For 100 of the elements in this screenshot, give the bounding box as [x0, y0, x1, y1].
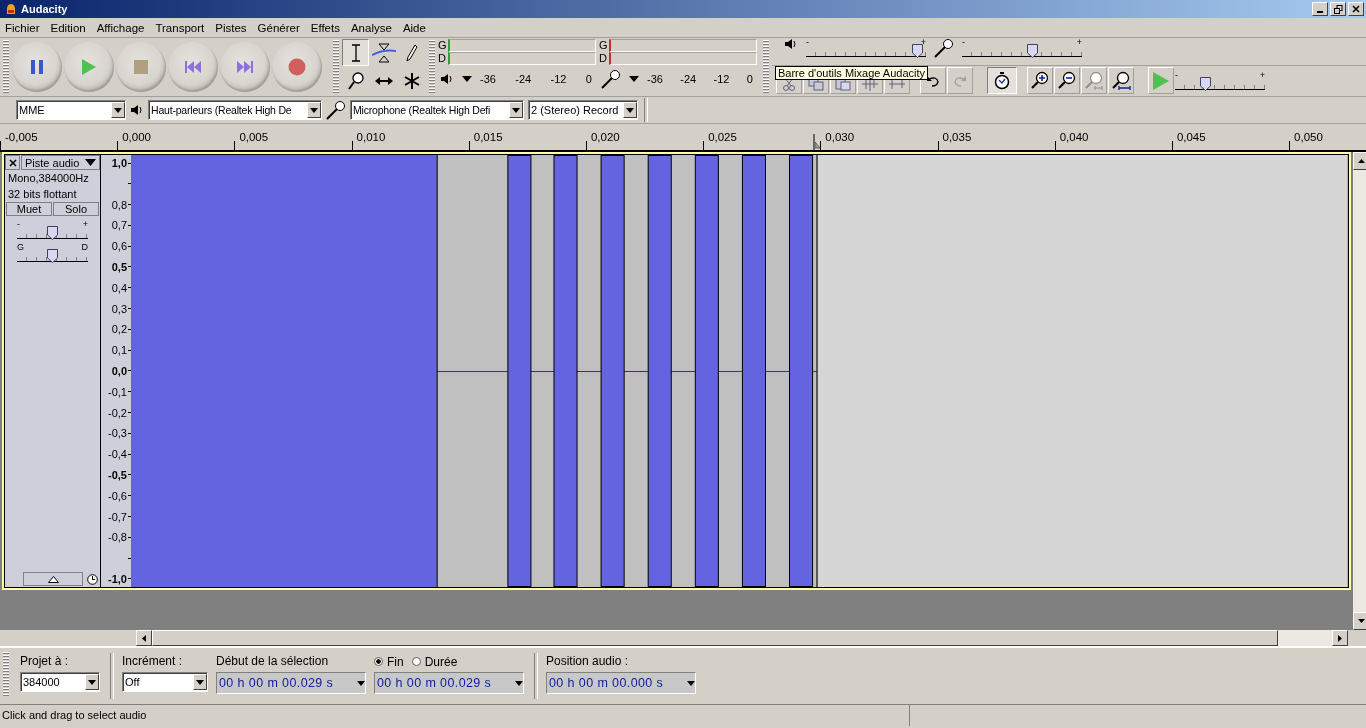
slider-min-label: - [806, 38, 809, 47]
collapse-track-button[interactable] [23, 572, 83, 586]
caret-icon [196, 679, 204, 685]
slider-thumb[interactable] [47, 249, 58, 263]
playback-speed-slider[interactable] [1175, 80, 1265, 90]
track-info-text: Mono,384000Hz [7, 171, 90, 186]
zoom-fit-button[interactable] [1108, 67, 1134, 94]
meter-tick-label: 0 [585, 73, 592, 85]
slider-thumb[interactable] [1200, 77, 1212, 91]
menu-item[interactable]: Affichage [91, 21, 151, 34]
meter-tick-label: -36 [647, 73, 663, 85]
amplitude-scale-label: -0,1 [108, 385, 128, 398]
selection-end-field[interactable]: 00 h 00 m 00.029 s [374, 672, 524, 694]
magnifier-icon [347, 71, 364, 90]
triangle-up-icon [47, 575, 59, 583]
output-device-dropdown[interactable]: Haut-parleurs (Realtek High De [148, 100, 322, 120]
caret-icon [512, 107, 520, 113]
caret-icon [88, 679, 96, 685]
solo-button[interactable]: Solo [53, 202, 99, 216]
menu-item[interactable]: Pistes [210, 21, 253, 34]
horizontal-scrollbar[interactable] [136, 630, 1348, 646]
menu-item[interactable]: Fichier [0, 21, 46, 34]
audio-position-field[interactable]: 00 h 00 m 00.000 s [546, 672, 696, 694]
amplitude-scale-label: 0,8 [111, 198, 128, 211]
snap-dropdown[interactable]: Off [122, 672, 208, 692]
restore-button[interactable] [1330, 2, 1346, 16]
slider-thumb[interactable] [47, 226, 58, 240]
i-beam-icon [350, 43, 361, 62]
slider-max-label: + [920, 38, 926, 47]
play-at-speed-button[interactable] [1148, 67, 1174, 94]
redo-icon [953, 74, 967, 87]
project-rate-label: Projet à : [20, 654, 70, 669]
skip-start-button[interactable] [168, 42, 218, 92]
amplitude-scale-label: 0,0 [111, 364, 128, 377]
audio-position-label: Position audio : [546, 654, 630, 669]
amplitude-scale-label: 0,4 [111, 281, 128, 294]
input-device-dropdown[interactable]: Microphone (Realtek High Defi [350, 100, 524, 120]
slider-thumb[interactable] [911, 44, 923, 58]
close-button[interactable] [1348, 2, 1364, 16]
asterisk-icon [403, 72, 420, 89]
minimize-button[interactable] [1312, 2, 1328, 16]
end-mode-radio[interactable]: Fin [374, 654, 404, 669]
slider-thumb[interactable] [1027, 44, 1039, 58]
caret-icon [310, 107, 318, 113]
menu-item[interactable]: Transport [150, 21, 211, 34]
caret-icon [687, 680, 695, 686]
track-menu-button[interactable]: Piste audio [21, 155, 100, 170]
input-channels-dropdown[interactable]: 2 (Stereo) Record [528, 100, 638, 120]
meter-tick-label: -24 [515, 73, 532, 85]
restore-icon [1333, 4, 1343, 14]
waveform-icon [862, 77, 878, 91]
menu-item[interactable]: Edition [45, 21, 92, 34]
caret-icon [629, 76, 639, 82]
select-tool-button[interactable] [342, 39, 369, 66]
sync-lock-button[interactable] [987, 67, 1017, 94]
caret-icon [85, 159, 96, 166]
menu-item[interactable]: Générer [252, 21, 306, 34]
amplitude-scale-label: 0,3 [111, 302, 128, 315]
caret-icon [357, 680, 365, 686]
menu-item[interactable]: Analyse [345, 21, 398, 34]
double-arrow-icon [374, 75, 393, 86]
timeline-ruler[interactable]: -0,005 0,000 0,005 0,010 0,015 0,020 0,025 0,030 0,035 0,040 0,045 0,050 [0, 126, 1366, 152]
zoom-in-button[interactable] [1027, 67, 1053, 94]
channel-label: D [438, 53, 447, 64]
amplitude-scale-label: -1,0 [108, 572, 128, 585]
record-icon [288, 58, 306, 76]
toolbar-tooltip: Barre d'outils Mixage Audacity [775, 66, 928, 80]
menu-item[interactable]: Effets [305, 21, 346, 34]
window-title: Audacity [21, 3, 68, 15]
pause-icon [30, 59, 44, 75]
waveform-drawing[interactable] [131, 155, 1348, 587]
amplitude-scale-label: -0,5 [108, 468, 128, 481]
amplitude-scale-label: -0,3 [108, 427, 128, 440]
mute-button[interactable]: Muet [6, 202, 52, 216]
amplitude-scale-label: 0,1 [111, 344, 128, 357]
close-icon [8, 158, 17, 167]
record-button[interactable] [272, 42, 322, 92]
caret-icon [114, 107, 122, 113]
skip-end-button[interactable] [220, 42, 270, 92]
pencil-icon [405, 43, 418, 62]
stop-icon [134, 60, 148, 74]
arrow-left-icon [142, 634, 146, 642]
amplitude-scale-label: -0,6 [108, 489, 128, 502]
skip-start-icon [185, 60, 201, 74]
caret-icon [626, 107, 634, 113]
amplitude-scale-label: -0,7 [108, 510, 128, 523]
audio-host-dropdown[interactable]: MME [16, 100, 126, 120]
selection-start-field[interactable]: 00 h 00 m 00.029 s [216, 672, 366, 694]
pause-button[interactable] [12, 42, 62, 92]
amplitude-scale-label: 0,7 [111, 219, 128, 232]
meter-tick-label: 0 [746, 73, 753, 85]
magnifier-icon [1030, 70, 1050, 91]
zoom-out-button[interactable] [1054, 67, 1080, 94]
project-rate-dropdown[interactable]: 384000 [20, 672, 100, 692]
skip-end-icon [237, 60, 253, 74]
arrow-down-icon [1358, 619, 1366, 623]
channel-label: G [438, 40, 448, 51]
end-mode-radio[interactable]: Durée [411, 654, 458, 669]
menu-item[interactable]: Aide [397, 21, 432, 34]
meter-tick-label: -12 [713, 73, 730, 85]
